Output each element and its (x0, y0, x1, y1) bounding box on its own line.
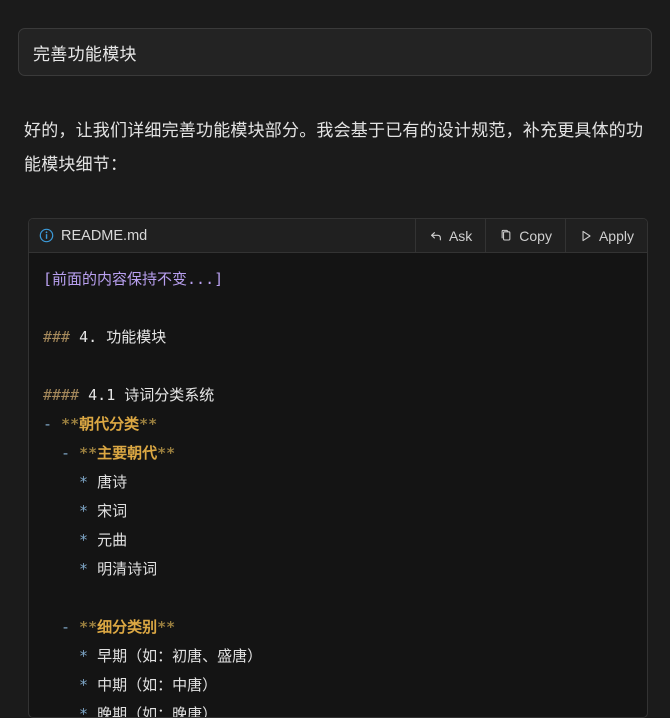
prompt-input-box[interactable]: 完善功能模块 (18, 28, 652, 76)
copy-button[interactable]: Copy (485, 219, 565, 252)
code-token: 宋词 (97, 502, 128, 520)
apply-button-label: Apply (598, 227, 634, 244)
code-token: - (43, 415, 62, 433)
code-block-content: [前面的内容保持不变...] ### 4. 功能模块 #### 4.1 诗词分类系统… (29, 253, 647, 718)
code-token: 元曲 (97, 531, 128, 549)
code-token: 唐诗 (97, 473, 128, 491)
reply-arrow-icon (431, 231, 441, 240)
code-token: ** (157, 618, 176, 636)
code-block-file-label: README.md (29, 219, 415, 252)
prompt-input-value: 完善功能模块 (33, 44, 137, 64)
code-token: ### (43, 328, 80, 346)
code-line: ### 4. 功能模块 (29, 323, 647, 352)
apply-button[interactable]: Apply (564, 219, 647, 252)
code-token: * (79, 531, 98, 549)
code-token: ** (79, 444, 98, 462)
code-line: * 早期（如：初唐、盛唐） (29, 642, 647, 671)
code-token: ** (61, 415, 80, 433)
assistant-message-paragraph: 好的，让我们详细完善功能模块部分。我会基于已有的设计规范，补充更具体的功能模块细… (24, 121, 644, 174)
ask-button-label: Ask (448, 227, 473, 244)
code-line: * 明清诗词 (29, 555, 647, 584)
ask-button[interactable]: Ask (414, 219, 485, 252)
code-line: * 中期（如：中唐） (29, 671, 647, 700)
code-token: ** (79, 618, 98, 636)
info-circle-icon (39, 228, 54, 243)
code-line: * 元曲 (29, 526, 647, 555)
code-token: ** (157, 444, 176, 462)
code-token: 朝代分类 (79, 415, 140, 433)
code-token: 中期（如：中唐） (97, 676, 218, 694)
code-block-header: README.md Ask Copy Apply (29, 219, 647, 253)
code-token: #### (43, 386, 89, 404)
code-line: [前面的内容保持不变...] (29, 265, 647, 294)
code-token: 明清诗词 (97, 560, 158, 578)
code-line: - **朝代分类** (29, 410, 647, 439)
code-token: * (79, 473, 98, 491)
code-token: - (61, 618, 80, 636)
code-token: [前面的内容保持不变...] (43, 270, 224, 288)
code-token: * (79, 560, 98, 578)
code-line: #### 4.1 诗词分类系统 (29, 381, 647, 410)
play-triangle-icon (582, 230, 591, 241)
code-token: ** (139, 415, 158, 433)
code-line: * 唐诗 (29, 468, 647, 497)
code-line: * 宋词 (29, 497, 647, 526)
code-token: 细分类别 (97, 618, 158, 636)
code-line: - **主要朝代** (29, 439, 647, 468)
code-token: 主要朝代 (97, 444, 158, 462)
code-token: 晚期（如：晚唐） (97, 705, 218, 718)
code-token: * (79, 647, 98, 665)
code-block: README.md Ask Copy Apply [前面的内容保持不变...] #… (28, 218, 648, 718)
code-line: - **细分类别** (29, 613, 647, 642)
code-token: * (79, 676, 98, 694)
code-token: 4.1 诗词分类系统 (88, 386, 215, 404)
code-block-filename: README.md (61, 227, 148, 244)
copy-icon (501, 229, 511, 241)
code-token: * (79, 502, 98, 520)
code-token: * (79, 705, 98, 718)
code-token: - (61, 444, 80, 462)
code-token: 4. 功能模块 (79, 328, 167, 346)
code-line: * 晚期（如：晚唐） (29, 700, 647, 718)
copy-button-label: Copy (519, 227, 552, 244)
code-token: 早期（如：初唐、盛唐） (97, 647, 263, 665)
